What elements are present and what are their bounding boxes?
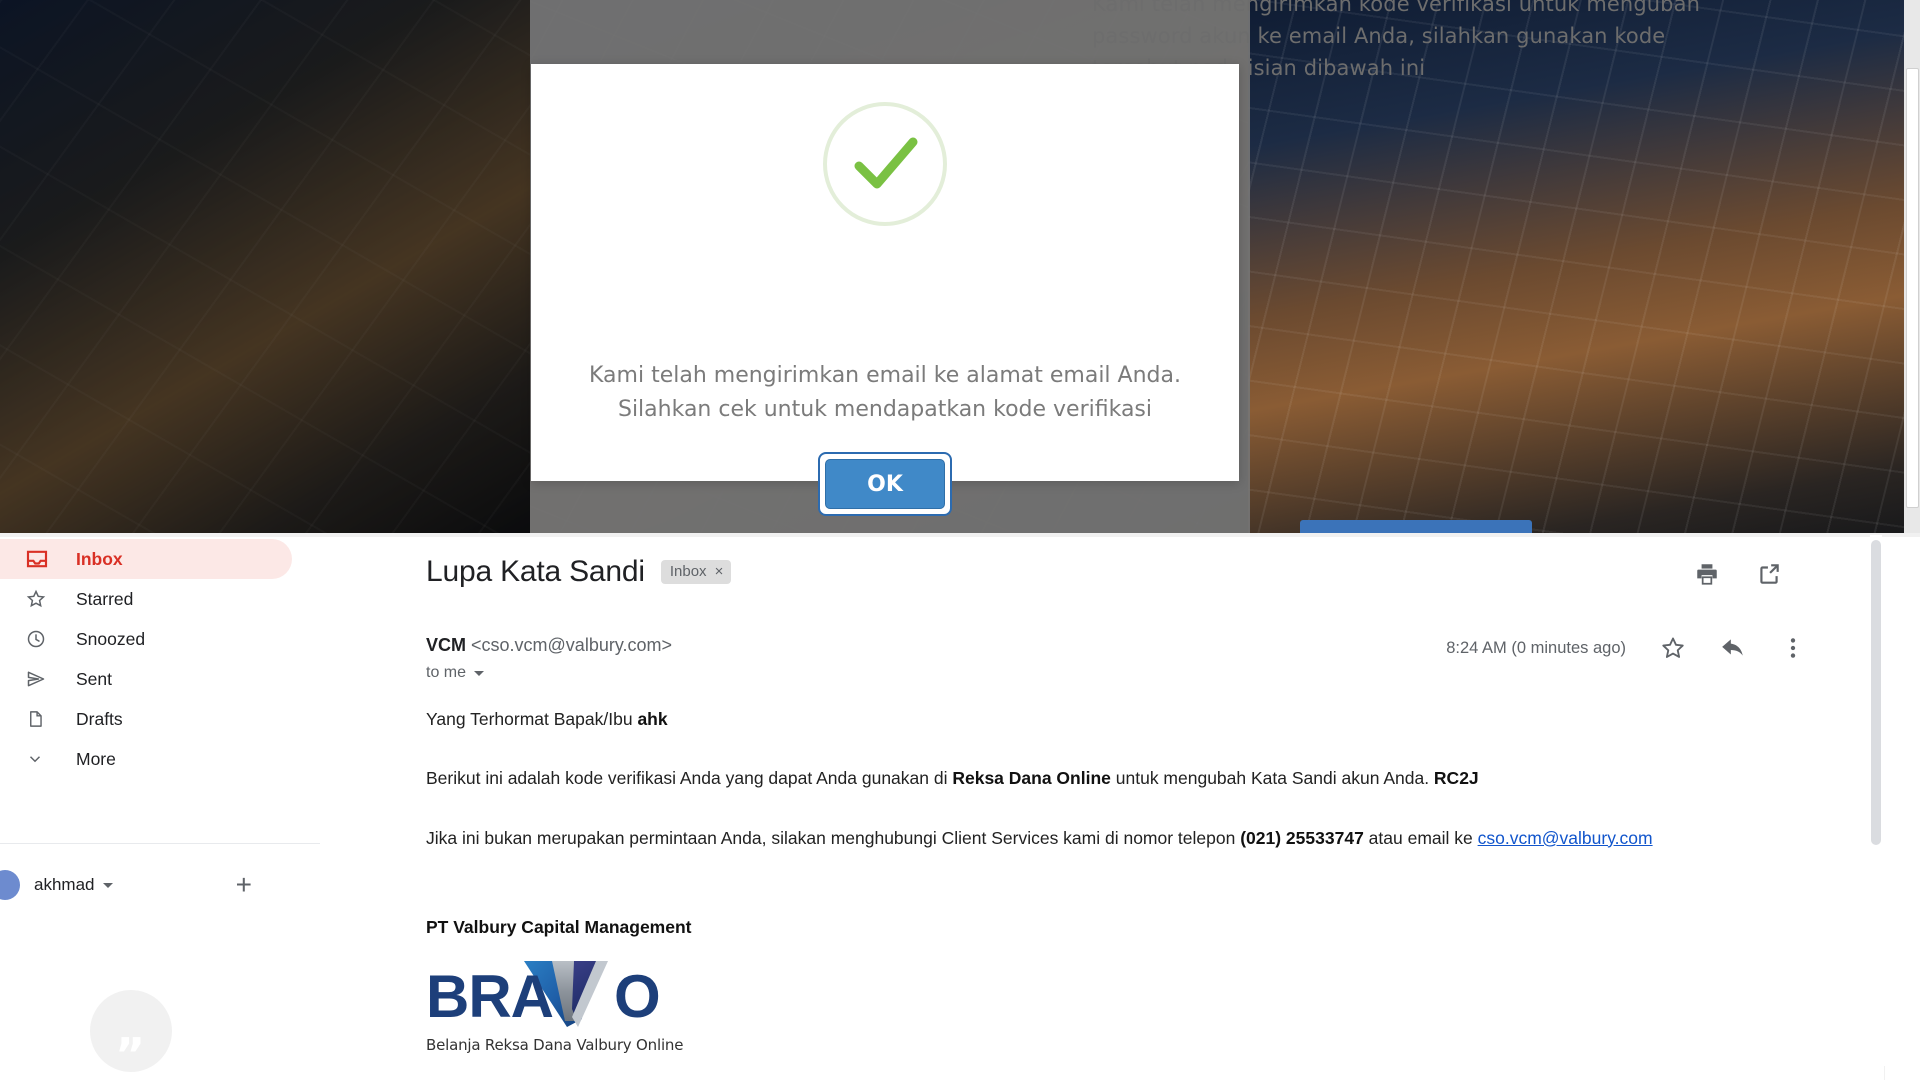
sidebar-item-sent[interactable]: Sent	[0, 659, 292, 699]
inbox-icon	[26, 548, 52, 570]
quote-bubble-icon[interactable]: „	[90, 990, 172, 1072]
check-glyph	[854, 137, 918, 189]
message-header-actions	[1694, 561, 1782, 587]
clock-icon	[26, 628, 52, 650]
modal-message-line2: Silahkan cek untuk mendapatkan kode veri…	[617, 397, 1153, 422]
reply-icon[interactable]	[1720, 635, 1746, 661]
p2-part2: untuk mengubah Kata Sandi akun Anda.	[1110, 768, 1434, 789]
signature-company: PT Valbury Capital Management	[426, 917, 692, 937]
sidebar-item-snoozed[interactable]: Snoozed	[0, 619, 292, 659]
recipient-row[interactable]: to me	[426, 664, 672, 682]
sidebar-label-drafts: Drafts	[76, 708, 123, 729]
subject-row: Lupa Kata Sandi Inbox ×	[426, 555, 732, 589]
success-modal-dialog: Kami telah mengirimkan email ke alamat e…	[531, 64, 1239, 516]
message-meta-actions: 8:24 AM (0 minutes ago)	[1446, 635, 1806, 661]
greeting-prefix: Yang Terhormat Bapak/Ibu	[426, 709, 638, 729]
background-browser-window: Kami telah mengirimkan kode verifikasi u…	[0, 0, 1920, 545]
open-in-new-icon[interactable]	[1756, 561, 1782, 587]
draft-icon	[26, 708, 52, 730]
star-icon[interactable]	[1660, 635, 1686, 661]
avatar	[0, 870, 20, 900]
sidebar-label-snoozed: Snoozed	[76, 628, 146, 649]
p2-part1: Berikut ini adalah kode verifikasi Anda …	[426, 768, 953, 789]
page-title: Lupa Kata Sandi	[426, 555, 645, 588]
close-icon[interactable]: ×	[715, 563, 724, 580]
sender-block: VCM <cso.vcm@valbury.com> to me	[426, 635, 672, 682]
sidebar-item-starred[interactable]: Starred	[0, 579, 292, 619]
sidebar-label-inbox: Inbox	[76, 548, 123, 569]
more-vert-icon[interactable]	[1780, 635, 1806, 661]
body-paragraph-code: Berikut ini adalah kode verifikasi Anda …	[426, 766, 1846, 791]
p2-bold-product: Reksa Dana Online	[952, 768, 1111, 789]
success-check-icon	[823, 102, 947, 226]
gmail-right-rail	[1884, 1066, 1920, 1080]
signature-block: PT Valbury Capital Management	[426, 917, 691, 938]
chevron-down-icon	[26, 748, 52, 770]
screen: Kami telah mengirimkan kode verifikasi u…	[0, 0, 1920, 1080]
gmail-top-divider	[0, 533, 1920, 537]
svg-text:V: V	[546, 963, 586, 1029]
building-photo-left	[0, 0, 530, 545]
email-body: Yang Terhormat Bapak/Ibu ahk Berikut ini…	[426, 707, 1846, 885]
logo-tagline: Belanja Reksa Dana Valbury Online	[426, 1036, 684, 1054]
svg-text:O: O	[614, 963, 661, 1029]
message-pane: Lupa Kata Sandi Inbox × VCM <cso.vcm@val…	[320, 539, 1880, 1080]
sidebar-item-inbox[interactable]: Inbox	[0, 539, 292, 579]
hangouts-username: akhmad	[34, 875, 95, 894]
sender-email: <cso.vcm@valbury.com>	[471, 635, 673, 655]
timestamp: 8:24 AM (0 minutes ago)	[1446, 638, 1626, 657]
p3-part1: Jika ini bukan merupakan permintaan Anda…	[426, 827, 1241, 848]
chevron-down-icon[interactable]	[103, 882, 114, 888]
bravo-logo-mark: BRA V O	[426, 961, 661, 1030]
support-email-link[interactable]: cso.vcm@valbury.com	[1478, 828, 1653, 848]
verification-code: RC2J	[1433, 768, 1479, 789]
body-paragraph-contact: Jika ini bukan merupakan permintaan Anda…	[426, 826, 1846, 851]
gmail-window: Inbox Starred Snoozed Sent Drafts More a…	[0, 533, 1920, 1080]
ok-button-focus-ring: OK	[818, 452, 952, 516]
star-icon	[26, 588, 52, 610]
support-phone: (021) 25533747	[1240, 827, 1364, 848]
sidebar-label-sent: Sent	[76, 668, 112, 689]
new-conversation-button[interactable]: +	[236, 871, 252, 899]
hangouts-account-row[interactable]: akhmad +	[0, 859, 320, 911]
send-icon	[26, 668, 52, 690]
sender-name: VCM	[426, 635, 466, 655]
sidebar-label-more: More	[76, 748, 116, 769]
label-chip-text: Inbox	[669, 563, 707, 580]
sidebar-item-more[interactable]: More	[0, 739, 292, 779]
sidebar-label-starred: Starred	[76, 588, 134, 609]
recipient-label: to me	[426, 664, 467, 681]
modal-message-line1: Kami telah mengirimkan email ke alamat e…	[589, 363, 1181, 388]
message-scrollbar-thumb[interactable]	[1871, 540, 1881, 845]
gmail-sidebar: Inbox Starred Snoozed Sent Drafts More a…	[0, 539, 320, 1080]
status-badge[interactable]: Inbox ×	[660, 560, 732, 584]
body-greeting: Yang Terhormat Bapak/Ibu ahk	[426, 707, 1846, 732]
modal-message: Kami telah mengirimkan email ke alamat e…	[531, 359, 1239, 427]
sidebar-divider	[0, 843, 320, 844]
p3-part2: atau email ke	[1363, 827, 1478, 848]
ok-button[interactable]: OK	[825, 459, 945, 509]
chevron-down-icon[interactable]	[474, 670, 485, 676]
print-icon[interactable]	[1694, 561, 1720, 587]
sidebar-item-drafts[interactable]: Drafts	[0, 699, 292, 739]
bravo-logo: BRA V O Belanja Reksa Dana Valbury Onlin…	[426, 957, 726, 1054]
sender-line: VCM <cso.vcm@valbury.com>	[426, 635, 672, 656]
svg-text:BRA: BRA	[426, 963, 553, 1029]
background-window-scrollbar[interactable]	[1904, 0, 1920, 545]
greeting-name: ahk	[637, 709, 668, 729]
background-scrollbar-thumb[interactable]	[1906, 68, 1919, 508]
